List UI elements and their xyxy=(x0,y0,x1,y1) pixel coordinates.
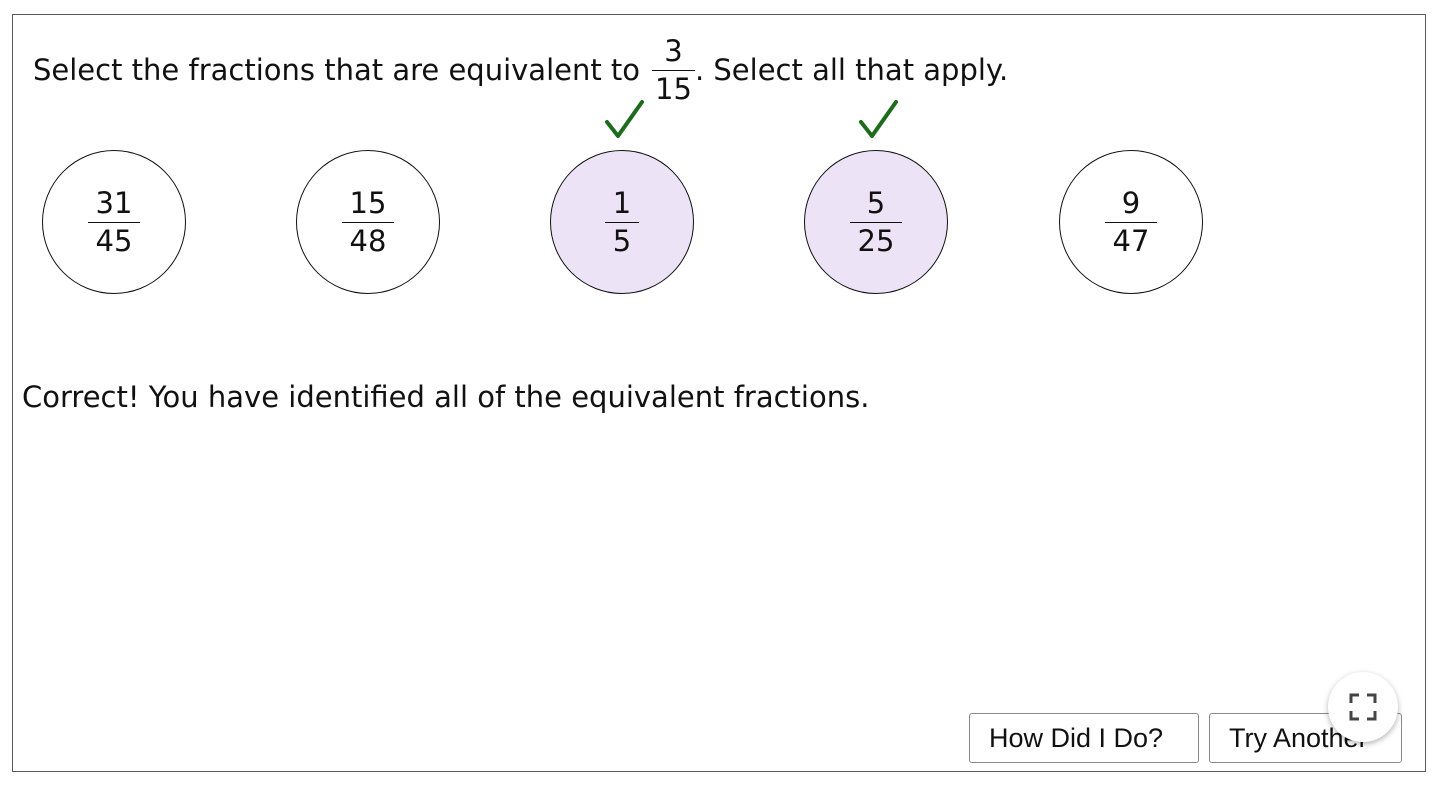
choice-9-47[interactable]: 9 47 xyxy=(1059,150,1203,294)
choice-1-5[interactable]: 1 5 xyxy=(550,150,694,294)
choice-denominator: 25 xyxy=(857,223,895,258)
how-did-i-do-button[interactable]: How Did I Do? xyxy=(969,713,1199,763)
check-mark-icon xyxy=(605,100,644,138)
fullscreen-button[interactable] xyxy=(1328,672,1398,742)
choice-numerator: 1 xyxy=(612,185,632,220)
choice-5-25[interactable]: 5 25 xyxy=(804,150,948,294)
choice-numerator: 15 xyxy=(349,185,387,220)
question-text-after: . Select all that apply. xyxy=(694,53,1009,87)
target-fraction: 3 15 xyxy=(652,33,695,106)
choice-fraction: 1 5 xyxy=(604,185,640,258)
choice-denominator: 47 xyxy=(1112,223,1150,258)
choice-fraction: 9 47 xyxy=(1104,185,1158,258)
target-denominator: 15 xyxy=(655,71,692,106)
choice-denominator: 5 xyxy=(612,223,632,258)
choice-fraction: 31 45 xyxy=(87,185,141,258)
choice-denominator: 45 xyxy=(95,223,133,258)
choice-fraction: 5 25 xyxy=(849,185,903,258)
fullscreen-icon xyxy=(1349,693,1377,721)
choice-31-45[interactable]: 31 45 xyxy=(42,150,186,294)
question-text-before: Select the fractions that are equivalent… xyxy=(33,53,641,87)
check-mark-icon xyxy=(859,100,898,138)
target-numerator: 3 xyxy=(664,33,683,68)
choice-numerator: 31 xyxy=(95,185,133,220)
choice-15-48[interactable]: 15 48 xyxy=(296,150,440,294)
choice-fraction: 15 48 xyxy=(341,185,395,258)
choice-denominator: 48 xyxy=(349,223,387,258)
choice-numerator: 5 xyxy=(866,185,886,220)
feedback-message: Correct! You have identified all of the … xyxy=(22,380,870,414)
question-prompt: Select the fractions that are equivalent… xyxy=(33,30,1008,110)
choice-numerator: 9 xyxy=(1121,185,1141,220)
